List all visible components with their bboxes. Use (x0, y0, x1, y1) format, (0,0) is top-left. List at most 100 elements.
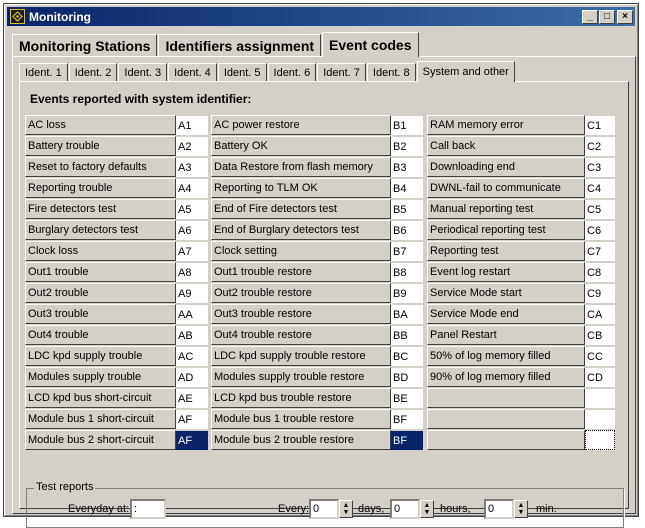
event-code-field[interactable]: BE (391, 388, 423, 408)
event-name-button[interactable]: Battery OK (211, 136, 391, 156)
event-name-button[interactable]: Out3 trouble (25, 304, 176, 324)
minimize-button[interactable]: _ (582, 9, 598, 24)
tab-ident-1[interactable]: Ident. 1 (19, 63, 68, 81)
everyday-time-input[interactable]: : (130, 499, 166, 519)
event-name-button[interactable]: Out4 trouble restore (211, 325, 391, 345)
event-name-button[interactable]: Out2 trouble (25, 283, 176, 303)
event-code-field[interactable]: A6 (176, 220, 208, 240)
event-name-button[interactable] (427, 409, 585, 429)
tab-ident-8[interactable]: Ident. 8 (366, 63, 416, 81)
event-name-button[interactable]: Reporting trouble (25, 178, 176, 198)
event-name-button[interactable]: Clock setting (211, 241, 391, 261)
event-name-button[interactable]: Module bus 1 trouble restore (211, 409, 391, 429)
event-name-button[interactable]: Call back (427, 136, 585, 156)
event-name-button[interactable]: Module bus 2 short-circuit (25, 430, 176, 450)
min-input[interactable]: 0 (484, 499, 514, 519)
event-code-field[interactable]: C8 (585, 262, 615, 282)
tab-ident-4[interactable]: Ident. 4 (168, 63, 217, 81)
event-code-field[interactable]: AC (176, 346, 208, 366)
event-name-button[interactable]: Out2 trouble restore (211, 283, 391, 303)
event-code-field[interactable]: C7 (585, 241, 615, 261)
event-code-field[interactable]: AD (176, 367, 208, 387)
event-code-field[interactable]: B9 (391, 283, 423, 303)
tab-ident-2[interactable]: Ident. 2 (68, 63, 118, 81)
event-code-field[interactable]: C2 (585, 136, 615, 156)
event-name-button[interactable]: End of Fire detectors test (211, 199, 391, 219)
event-code-field[interactable]: A5 (176, 199, 208, 219)
event-name-button[interactable]: Out1 trouble (25, 262, 176, 282)
event-code-field[interactable] (585, 388, 615, 408)
event-name-button[interactable]: LDC kpd supply trouble (25, 346, 176, 366)
tab-event-codes[interactable]: Event codes (322, 32, 419, 57)
event-name-button[interactable]: Data Restore from flash memory (211, 157, 391, 177)
event-code-field[interactable]: A8 (176, 262, 208, 282)
event-name-button[interactable]: Periodical reporting test (427, 220, 585, 240)
tab-ident-7[interactable]: Ident. 7 (317, 63, 366, 81)
event-code-field[interactable]: C5 (585, 199, 615, 219)
event-code-field[interactable]: B4 (391, 178, 423, 198)
event-code-field[interactable]: CA (585, 304, 615, 324)
event-name-button[interactable]: End of Burglary detectors test (211, 220, 391, 240)
event-code-field[interactable]: BF (391, 430, 423, 450)
min-spinner[interactable]: ▲ ▼ (514, 500, 528, 518)
event-code-field[interactable]: A7 (176, 241, 208, 261)
event-code-field[interactable]: BF (391, 409, 423, 429)
days-input[interactable]: 0 (309, 499, 339, 519)
event-name-button[interactable]: Modules supply trouble (25, 367, 176, 387)
event-name-button[interactable]: AC power restore (211, 115, 391, 135)
maximize-button[interactable]: □ (599, 9, 615, 24)
event-code-field[interactable]: C9 (585, 283, 615, 303)
event-name-button[interactable]: Module bus 1 short-circuit (25, 409, 176, 429)
event-code-field[interactable] (585, 430, 615, 450)
hours-spinner[interactable]: ▲ ▼ (420, 500, 434, 518)
event-code-field[interactable]: CB (585, 325, 615, 345)
event-name-button[interactable]: Service Mode end (427, 304, 585, 324)
event-code-field[interactable]: A2 (176, 136, 208, 156)
event-code-field[interactable]: B8 (391, 262, 423, 282)
event-name-button[interactable]: LDC kpd supply trouble restore (211, 346, 391, 366)
event-name-button[interactable]: Reporting test (427, 241, 585, 261)
event-name-button[interactable]: Battery trouble (25, 136, 176, 156)
event-name-button[interactable]: 50% of log memory filled (427, 346, 585, 366)
event-code-field[interactable]: C1 (585, 115, 615, 135)
event-name-button[interactable]: Service Mode start (427, 283, 585, 303)
event-code-field[interactable]: A1 (176, 115, 208, 135)
event-name-button[interactable]: Manual reporting test (427, 199, 585, 219)
event-code-field[interactable]: AF (176, 409, 208, 429)
event-name-button[interactable]: LCD kpd bus trouble restore (211, 388, 391, 408)
days-spinner[interactable]: ▲ ▼ (339, 500, 353, 518)
event-code-field[interactable]: B5 (391, 199, 423, 219)
event-name-button[interactable]: Downloading end (427, 157, 585, 177)
event-code-field[interactable]: BB (391, 325, 423, 345)
event-name-button[interactable]: Module bus 2 trouble restore (211, 430, 391, 450)
event-code-field[interactable]: A3 (176, 157, 208, 177)
event-name-button[interactable] (427, 388, 585, 408)
event-name-button[interactable]: Panel Restart (427, 325, 585, 345)
event-code-field[interactable]: AE (176, 388, 208, 408)
tab-identifiers-assignment[interactable]: Identifiers assignment (158, 34, 322, 56)
event-code-field[interactable]: AA (176, 304, 208, 324)
event-code-field[interactable]: CC (585, 346, 615, 366)
event-code-field[interactable]: B7 (391, 241, 423, 261)
event-code-field[interactable]: AF (176, 430, 208, 450)
event-name-button[interactable]: RAM memory error (427, 115, 585, 135)
event-name-button[interactable]: LCD kpd bus short-circuit (25, 388, 176, 408)
event-name-button[interactable]: AC loss (25, 115, 176, 135)
event-code-field[interactable]: C6 (585, 220, 615, 240)
event-name-button[interactable]: Out1 trouble restore (211, 262, 391, 282)
event-name-button[interactable]: Reporting to TLM OK (211, 178, 391, 198)
event-code-field[interactable]: B6 (391, 220, 423, 240)
event-name-button[interactable]: 90% of log memory filled (427, 367, 585, 387)
event-name-button[interactable]: Out3 trouble restore (211, 304, 391, 324)
event-code-field[interactable]: C4 (585, 178, 615, 198)
event-code-field[interactable]: B3 (391, 157, 423, 177)
event-name-button[interactable]: Burglary detectors test (25, 220, 176, 240)
event-name-button[interactable]: Modules supply trouble restore (211, 367, 391, 387)
tab-monitoring-stations[interactable]: Monitoring Stations (12, 34, 158, 56)
tab-ident-6[interactable]: Ident. 6 (267, 63, 317, 81)
tab-ident-3[interactable]: Ident. 3 (118, 63, 168, 81)
event-code-field[interactable]: C3 (585, 157, 615, 177)
event-code-field[interactable]: AB (176, 325, 208, 345)
event-name-button[interactable]: Out4 trouble (25, 325, 176, 345)
event-code-field[interactable]: CD (585, 367, 615, 387)
